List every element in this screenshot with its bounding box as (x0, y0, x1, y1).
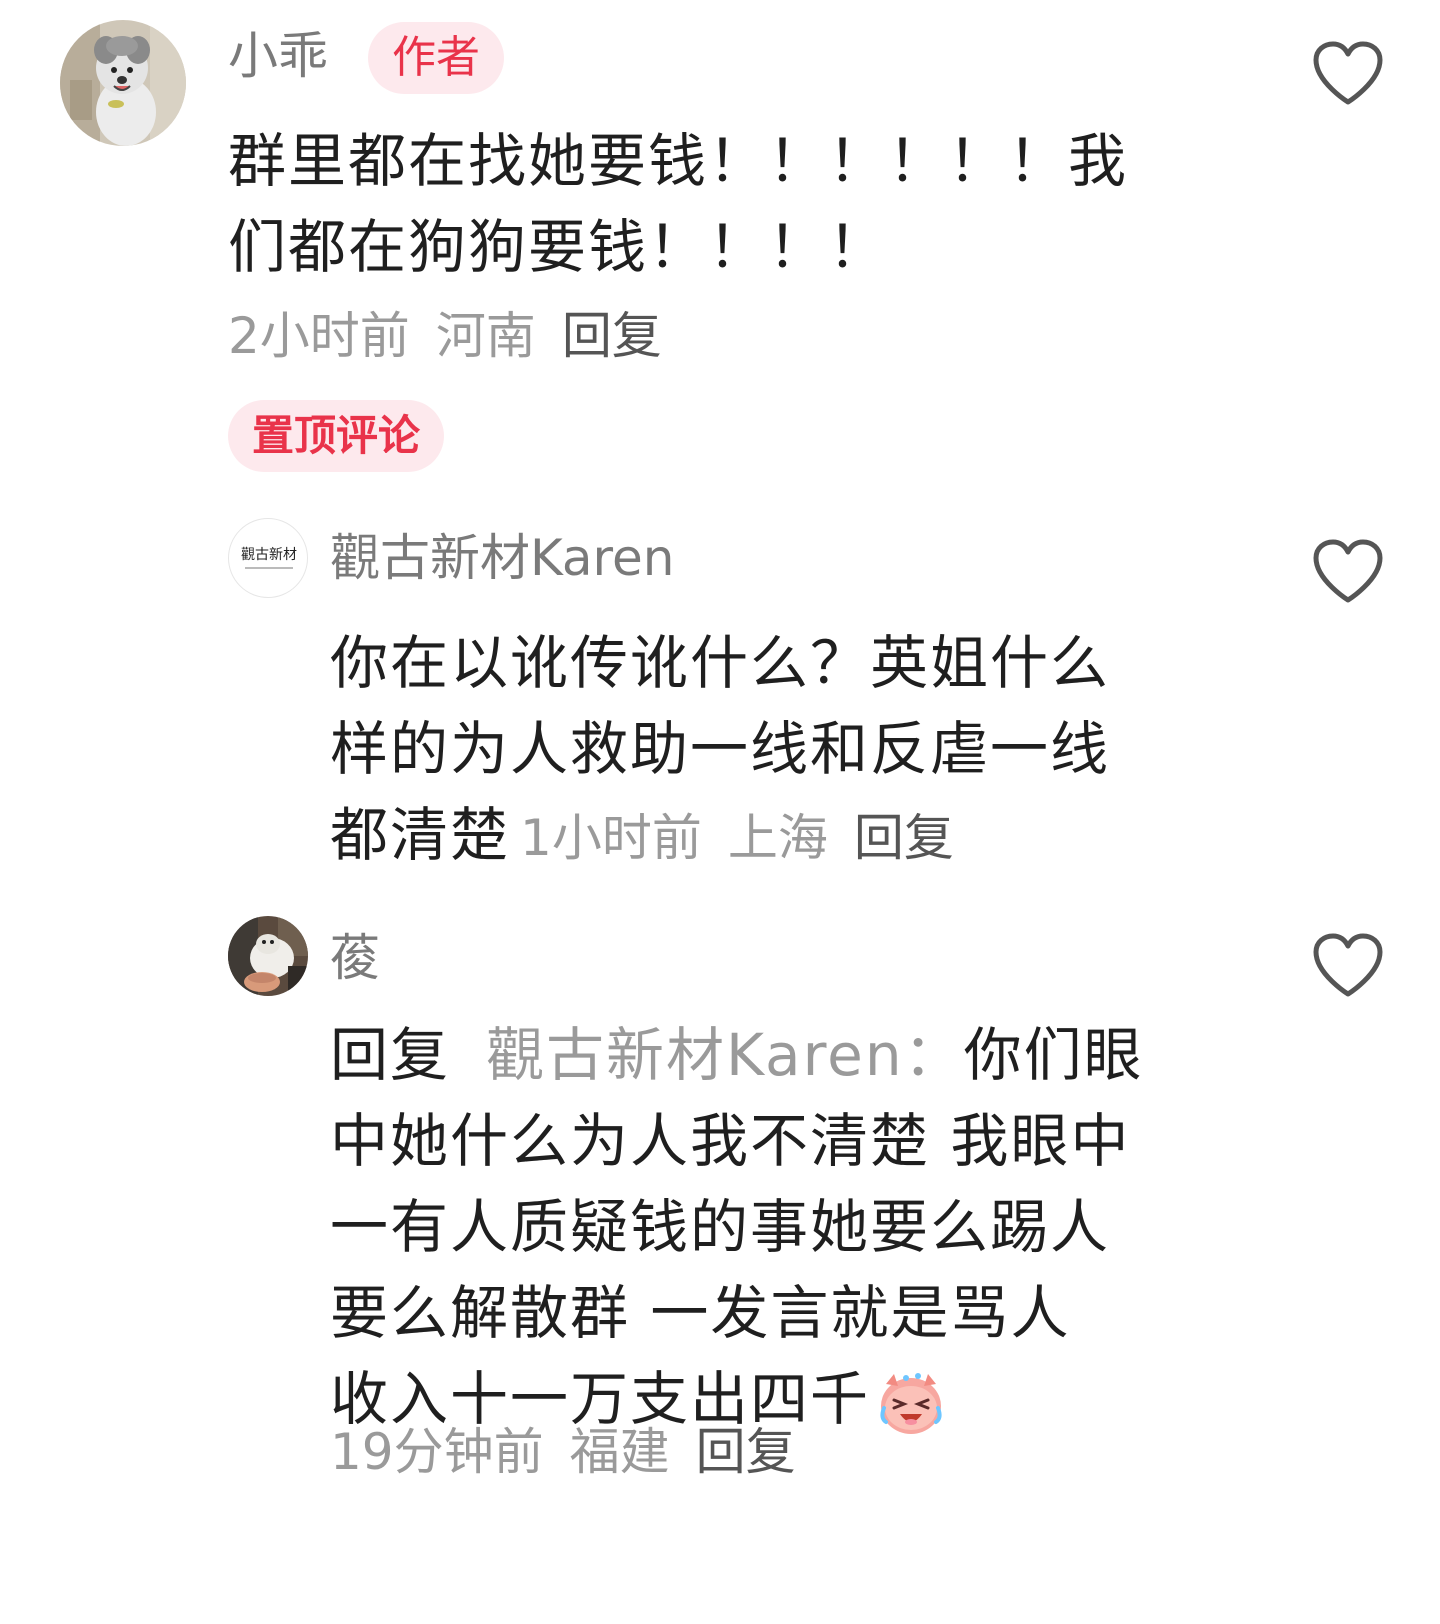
comment-1-line-2: 们都在狗狗要钱！！！！ (228, 213, 889, 281)
comment-3-line-1: 回复 觀古新材Karen：你们眼 (330, 1012, 1144, 1098)
comment-3-text[interactable]: 回复 觀古新材Karen：你们眼 中她什么为人我不清楚 我眼中 一有人质疑钱的事她… (330, 1012, 1144, 1442)
comment-2-text[interactable]: 你在以讹传讹什么？英姐什么 样的为人救助一线和反虐一线 都清楚 1小时前 上海 回复 (330, 620, 1110, 881)
avatar-karen-logo-icon[interactable]: 觀古新材 (228, 518, 308, 598)
comment-1: 小乖 作者 群里都在找她要钱！！！！！！我 们都在狗狗要钱！！！！ 2小时前 河南… (0, 0, 1440, 490)
pinned-comment-badge: 置顶评论 (228, 400, 445, 472)
laughing-crying-emoji-icon (880, 1372, 942, 1434)
comment-2-line-1: 你在以讹传讹什么？英姐什么 (330, 629, 1111, 697)
comment-3-like-heart-icon[interactable] (1310, 930, 1386, 1000)
comment-2-line-3: 都清楚 1小时前 上海 回复 (330, 792, 1110, 881)
comment-3-line-2: 中她什么为人我不清楚 我眼中 (330, 1107, 1131, 1175)
comment-1-like-heart-icon[interactable] (1310, 38, 1386, 108)
comment-2-line-3-text: 都清楚 (330, 801, 511, 869)
comment-2-time: 1小时前 (520, 809, 702, 867)
comment-2-reply-button[interactable]: 回复 (854, 809, 954, 867)
comment-1-username[interactable]: 小乖 (228, 26, 328, 86)
comment-3-username[interactable]: 葰 (330, 928, 380, 988)
comment-1-location: 河南 (435, 307, 536, 365)
comment-2-line-2: 样的为人救助一线和反虐一线 (330, 715, 1111, 783)
reply-target-username[interactable]: 觀古新材Karen： (486, 1021, 964, 1089)
comment-3-line-4: 要么解散群 一发言就是骂人 (330, 1279, 1071, 1347)
comment-1-line-1: 群里都在找她要钱！！！！！！我 (228, 127, 1129, 195)
reply-prefix-label: 回复 (330, 1021, 451, 1089)
comment-3: 葰 回复 觀古新材Karen：你们眼 中她什么为人我不清楚 我眼中 一有人质疑钱的… (0, 900, 1440, 1540)
comment-3-time: 19分钟前 (330, 1423, 544, 1481)
comment-2-location: 上海 (727, 809, 828, 867)
avatar-cat-icon[interactable] (228, 916, 308, 996)
comment-2-like-heart-icon[interactable] (1310, 536, 1386, 606)
comment-2-username[interactable]: 觀古新材Karen (330, 528, 674, 588)
comment-2-meta: 1小时前 上海 回复 (520, 809, 954, 867)
avatar-poodle-icon[interactable] (60, 20, 186, 146)
comment-3-reply-button[interactable]: 回复 (696, 1423, 796, 1481)
comment-1-text[interactable]: 群里都在找她要钱！！！！！！我 们都在狗狗要钱！！！！ (228, 118, 1128, 290)
comment-3-meta: 19分钟前 福建 回复 (330, 1422, 822, 1482)
comment-2: 觀古新材 觀古新材Karen 你在以讹传讹什么？英姐什么 样的为人救助一线和反虐… (0, 500, 1440, 880)
author-badge: 作者 (368, 22, 504, 94)
comment-3-line-3: 一有人质疑钱的事她要么踢人 (330, 1193, 1111, 1261)
comment-3-text-first: 你们眼 (963, 1021, 1144, 1089)
comment-1-time: 2小时前 (228, 307, 410, 365)
avatar-logo-text: 觀古新材 (241, 547, 297, 563)
comment-1-reply-button[interactable]: 回复 (562, 307, 662, 365)
comment-1-meta: 2小时前 河南 回复 (228, 306, 688, 366)
comment-3-location: 福建 (569, 1423, 670, 1481)
